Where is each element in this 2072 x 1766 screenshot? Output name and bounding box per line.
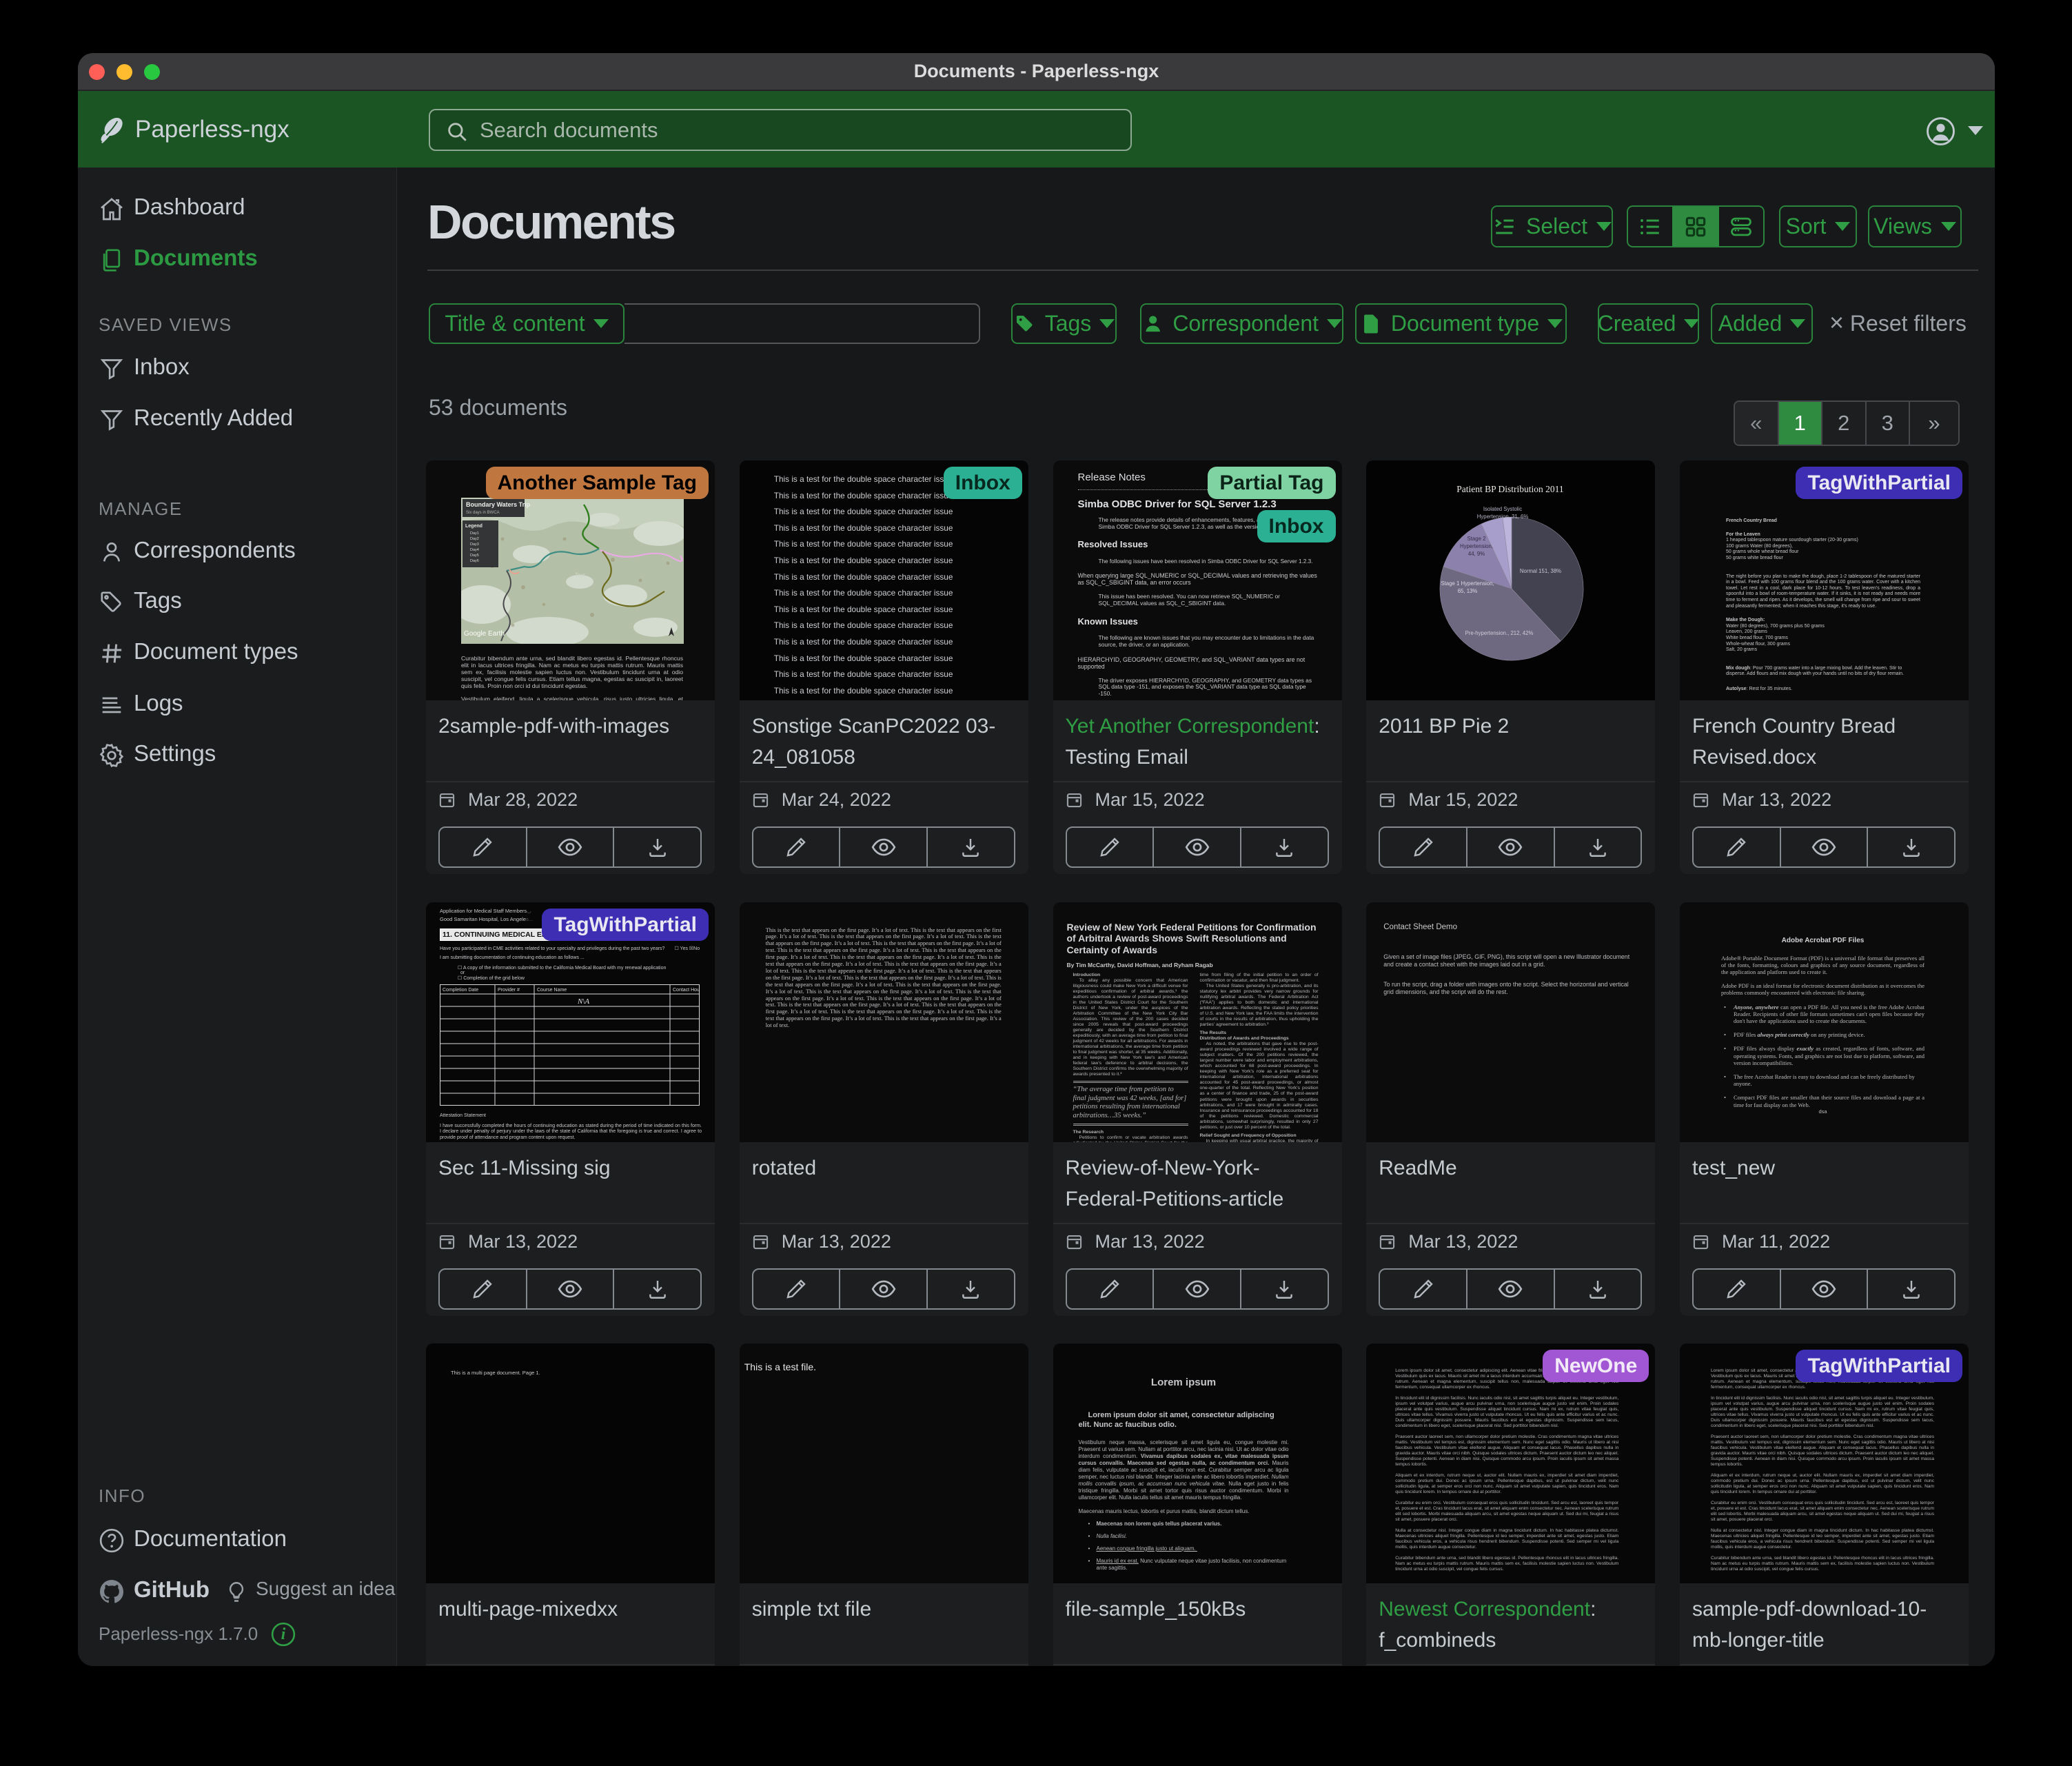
svg-text:Day6: Day6: [470, 559, 479, 563]
svg-text:Course Name: Course Name: [537, 988, 567, 993]
svg-text:Day5: Day5: [470, 554, 479, 558]
svg-text:Day1: Day1: [470, 531, 479, 536]
svg-text:Day3: Day3: [470, 542, 479, 547]
svg-text:65, 13%: 65, 13%: [1458, 588, 1478, 594]
svg-text:Hypertension, 31, 6%: Hypertension, 31, 6%: [1477, 514, 1529, 520]
svg-text:Six days in BWCA: Six days in BWCA: [466, 511, 500, 515]
svg-text:Google Earth: Google Earth: [464, 630, 505, 638]
svg-text:Provider #: Provider #: [498, 988, 520, 993]
svg-text:Text: Text: [575, 572, 585, 578]
svg-text:Patient BP Distribution 2011: Patient BP Distribution 2011: [1457, 484, 1564, 494]
svg-text:Hypertension,: Hypertension,: [1460, 543, 1493, 549]
svg-text:N\A: N\A: [577, 997, 589, 1006]
svg-text:Completion Date: Completion Date: [443, 988, 478, 993]
svg-text:Pre-hypertension., 212, 42%: Pre-hypertension., 212, 42%: [1465, 630, 1534, 636]
svg-text:Isolated Systolic: Isolated Systolic: [1483, 506, 1522, 512]
svg-text:Normal 151, 38%: Normal 151, 38%: [1520, 568, 1561, 574]
svg-text:Stage 1 Hypertension,: Stage 1 Hypertension,: [1441, 580, 1494, 587]
svg-text:Day4: Day4: [470, 548, 479, 552]
svg-text:Boundary Waters Trip: Boundary Waters Trip: [466, 501, 531, 508]
svg-text:Legend: Legend: [465, 524, 483, 529]
svg-text:Contact Hours: Contact Hours: [673, 988, 700, 993]
svg-text:Day2: Day2: [470, 537, 479, 541]
svg-text:44, 9%: 44, 9%: [1468, 551, 1485, 557]
svg-text:Stage 2: Stage 2: [1467, 536, 1486, 542]
